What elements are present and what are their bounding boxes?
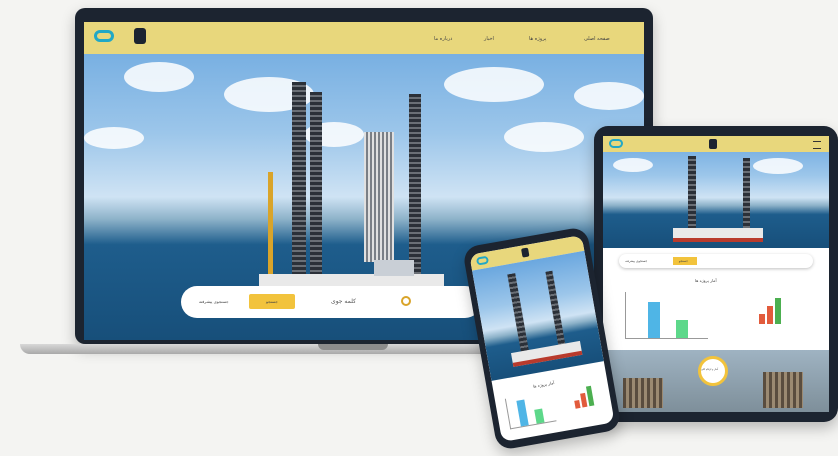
- chart-3d-icon: [568, 385, 599, 412]
- search-button[interactable]: جستجو: [249, 294, 295, 309]
- advanced-search-field[interactable]: جستجوی پیشرفته: [199, 299, 229, 304]
- section-title: آمار پروژه ها: [532, 380, 555, 389]
- chart-bar: [534, 408, 545, 424]
- chart-bar: [676, 320, 688, 338]
- laptop-notch: [318, 344, 388, 350]
- search-label: کلمه جوی: [331, 298, 356, 305]
- chart-bar: [648, 302, 660, 338]
- bar-chart: [504, 390, 557, 430]
- bar-chart: [625, 292, 708, 339]
- emblem-icon: [709, 139, 717, 149]
- nav-item-about[interactable]: درباره ما: [434, 36, 452, 42]
- nav-item-home[interactable]: صفحه اصلی: [584, 36, 610, 42]
- tablet-search-bar: جستجوی پیشرفته جستجو: [619, 254, 813, 268]
- infographic-label: آمار و ارقام کلی: [701, 368, 719, 371]
- laptop-header: درباره ما اخبار پروژه ها صفحه اصلی: [84, 22, 644, 54]
- tablet-header: [603, 136, 829, 152]
- search-icon[interactable]: [401, 296, 411, 306]
- search-button[interactable]: جستجو: [673, 257, 697, 265]
- menu-icon[interactable]: [813, 141, 821, 149]
- section-title: آمار پروژه ها: [695, 278, 717, 283]
- chart-bar: [516, 399, 529, 427]
- site-logo-icon[interactable]: [94, 30, 114, 42]
- nav-item-news[interactable]: اخبار: [484, 36, 494, 42]
- phone-screen: آمار پروژه ها: [469, 235, 615, 442]
- infographic-panel: آمار و ارقام کلی: [603, 350, 829, 412]
- emblem-icon: [521, 247, 530, 258]
- emblem-icon: [134, 28, 146, 44]
- site-logo-icon[interactable]: [609, 139, 623, 148]
- chart-3d-icon: [753, 296, 793, 326]
- advanced-search-field[interactable]: جستجوی پیشرفته: [625, 259, 647, 263]
- tablet-frame: جستجوی پیشرفته جستجو آمار پروژه ها آمار …: [594, 126, 838, 422]
- nav-item-projects[interactable]: پروژه ها: [529, 36, 546, 42]
- site-logo-icon[interactable]: [475, 255, 490, 266]
- laptop-search-bar: جستجوی پیشرفته جستجو کلمه جوی: [181, 286, 481, 318]
- tablet-screen: جستجوی پیشرفته جستجو آمار پروژه ها آمار …: [603, 136, 829, 412]
